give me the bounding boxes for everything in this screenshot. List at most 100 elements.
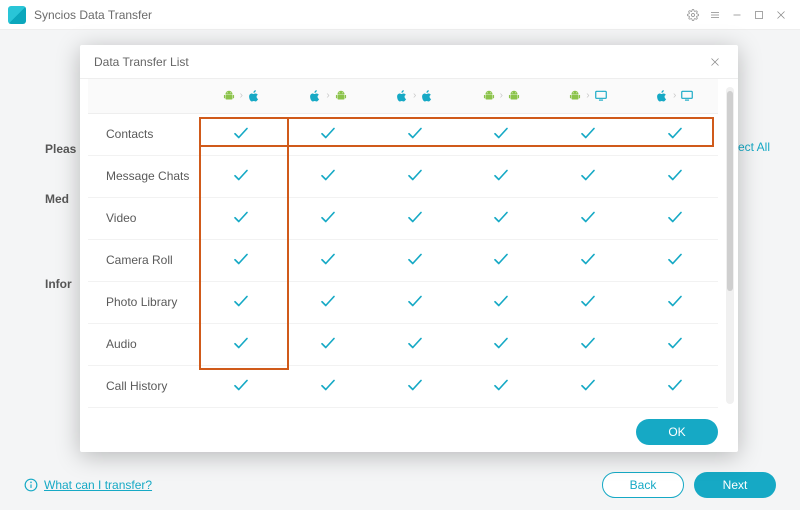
close-button[interactable] <box>770 4 792 26</box>
support-cell <box>458 113 545 155</box>
transfer-list-dialog: Data Transfer List › › › › › › ContactsM… <box>80 45 738 452</box>
minimize-button[interactable] <box>726 4 748 26</box>
checkmark-icon <box>406 299 424 313</box>
info-icon <box>24 478 38 492</box>
computer-icon <box>680 89 694 103</box>
support-cell <box>371 281 458 323</box>
row-label: Call History <box>88 365 198 407</box>
app-title: Syncios Data Transfer <box>34 8 152 22</box>
settings-button[interactable] <box>682 4 704 26</box>
support-cell <box>631 155 718 197</box>
chevron-right-icon: › <box>413 90 416 101</box>
minimize-icon <box>731 9 743 21</box>
support-cell <box>285 113 372 155</box>
support-cell <box>631 113 718 155</box>
support-cell <box>458 197 545 239</box>
checkmark-icon <box>319 215 337 229</box>
support-cell <box>371 197 458 239</box>
column-header: › <box>631 79 718 113</box>
support-cell <box>458 239 545 281</box>
support-cell <box>285 197 372 239</box>
column-header: › <box>198 79 285 113</box>
support-cell <box>198 323 285 365</box>
support-cell <box>371 323 458 365</box>
chevron-right-icon: › <box>240 90 243 101</box>
table-row: Photo Library <box>88 281 718 323</box>
support-cell <box>371 155 458 197</box>
row-label: Audio <box>88 323 198 365</box>
checkmark-icon <box>406 383 424 397</box>
column-header: › <box>285 79 372 113</box>
scroll-thumb[interactable] <box>727 91 733 291</box>
checkmark-icon <box>492 131 510 145</box>
next-button[interactable]: Next <box>694 472 776 498</box>
support-cell <box>198 365 285 407</box>
scrollbar[interactable] <box>726 87 734 404</box>
apple-icon <box>247 89 261 103</box>
checkmark-icon <box>319 299 337 313</box>
android-icon <box>482 89 496 103</box>
checkmark-icon <box>492 341 510 355</box>
column-header: › <box>371 79 458 113</box>
menu-button[interactable] <box>704 4 726 26</box>
apple-icon <box>420 89 434 103</box>
bg-label-1: Med <box>45 192 69 206</box>
support-cell <box>371 113 458 155</box>
checkmark-icon <box>579 383 597 397</box>
close-icon <box>709 56 721 68</box>
support-cell <box>545 155 632 197</box>
ok-button[interactable]: OK <box>636 419 718 445</box>
page-footer: What can I transfer? Back Next <box>0 462 800 510</box>
computer-icon <box>594 89 608 103</box>
checkmark-icon <box>666 341 684 355</box>
titlebar: Syncios Data Transfer <box>0 0 800 30</box>
table-row: Video <box>88 197 718 239</box>
support-cell <box>545 281 632 323</box>
chevron-right-icon: › <box>326 90 329 101</box>
checkmark-icon <box>492 299 510 313</box>
maximize-icon <box>753 9 765 21</box>
table-row: Camera Roll <box>88 239 718 281</box>
support-cell <box>458 323 545 365</box>
android-icon <box>222 89 236 103</box>
checkmark-icon <box>492 215 510 229</box>
select-all-link[interactable]: ect All <box>738 140 770 154</box>
android-icon <box>334 89 348 103</box>
support-cell <box>545 239 632 281</box>
checkmark-icon <box>232 215 250 229</box>
support-cell <box>545 113 632 155</box>
row-label: Video <box>88 197 198 239</box>
checkmark-icon <box>492 383 510 397</box>
support-cell <box>198 281 285 323</box>
support-cell <box>631 365 718 407</box>
support-cell <box>285 323 372 365</box>
support-cell <box>631 197 718 239</box>
bg-label-0: Pleas <box>45 142 76 156</box>
checkmark-icon <box>579 131 597 145</box>
checkmark-icon <box>666 299 684 313</box>
dialog-close-button[interactable] <box>706 53 724 71</box>
checkmark-icon <box>406 131 424 145</box>
checkmark-icon <box>232 257 250 271</box>
checkmark-icon <box>579 299 597 313</box>
maximize-button[interactable] <box>748 4 770 26</box>
apple-icon <box>308 89 322 103</box>
chevron-right-icon: › <box>586 90 589 101</box>
support-matrix-table: › › › › › › ContactsMessage ChatsVideoCa… <box>88 79 718 408</box>
back-button[interactable]: Back <box>602 472 684 498</box>
support-cell <box>198 197 285 239</box>
help-link[interactable]: What can I transfer? <box>44 478 152 492</box>
table-row: Call History <box>88 365 718 407</box>
dialog-title: Data Transfer List <box>94 55 189 69</box>
dialog-body: › › › › › › ContactsMessage ChatsVideoCa… <box>80 79 738 412</box>
support-cell <box>371 365 458 407</box>
support-cell <box>545 365 632 407</box>
support-cell <box>631 323 718 365</box>
row-label: Message Chats <box>88 155 198 197</box>
row-label: Camera Roll <box>88 239 198 281</box>
dialog-footer: OK <box>80 412 738 452</box>
checkmark-icon <box>666 257 684 271</box>
column-header: › <box>458 79 545 113</box>
support-cell <box>545 197 632 239</box>
support-cell <box>458 365 545 407</box>
